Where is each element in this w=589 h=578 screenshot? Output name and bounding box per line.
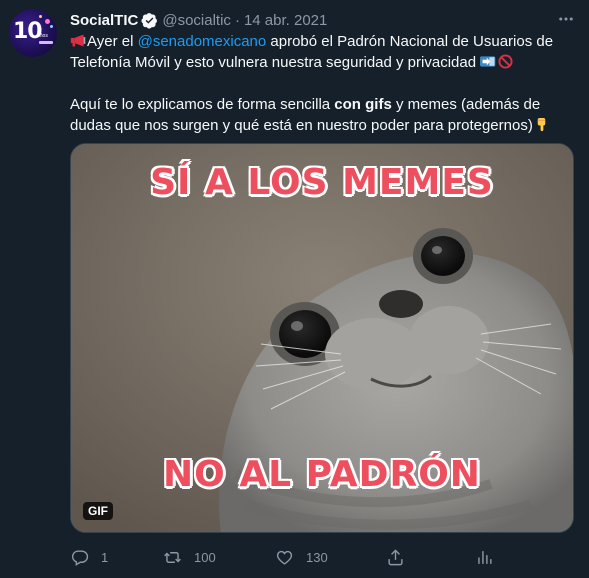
mention-link[interactable]: @senadomexicano [138,33,267,50]
text-bold: con gifs [334,96,392,113]
caption-bottom: NO AL PADRÓN [163,454,481,495]
media-gif[interactable]: SÍ A LOS MEMES NO AL PADRÓN GIF [70,143,574,533]
analytics-icon [478,550,492,564]
tweet-date[interactable]: 14 abr. 2021 [244,12,327,29]
action-bar: 1 100 130 [70,543,510,571]
like-icon [276,550,293,565]
more-icon[interactable] [555,10,577,28]
retweet-button[interactable]: 100 [163,543,216,571]
share-icon [388,548,403,565]
avatar-subtext: años [37,33,48,39]
share-button[interactable] [386,543,417,571]
author-handle[interactable]: @socialtic [162,12,231,29]
text-segment: Aquí te lo explicamos de forma sencilla [70,96,335,113]
header-separator: · [234,11,240,29]
megaphone-icon [70,34,86,47]
retweet-icon [164,551,181,563]
no-entry-icon [498,54,513,69]
analytics-button[interactable] [475,543,506,571]
reply-icon [71,549,89,566]
avatar-sparkle [50,25,53,28]
reply-button[interactable]: 1 [70,543,108,571]
tweet-paragraph: Aquí te lo explicamos de forma sencilla … [70,94,570,136]
tweet-paragraph: Ayer el @senadomexicano aprobó el Padrón… [70,31,570,73]
retweet-count: 100 [194,549,216,565]
like-count: 130 [306,549,328,565]
like-button[interactable]: 130 [275,543,328,571]
gif-badge: GIF [83,502,113,520]
avatar-sparkle [39,15,42,18]
avatar-bar [39,41,53,44]
avatar[interactable]: 10 años [9,9,57,57]
caption-top: SÍ A LOS MEMES [150,162,494,203]
tweet-text: Ayer el @senadomexicano aprobó el Padrón… [70,31,570,136]
verified-badge-icon [141,12,158,29]
avatar-sparkle [45,19,50,24]
arrow-right-icon [480,56,496,67]
text-segment: Ayer el [87,33,138,50]
tweet-header: SocialTIC @socialtic · 14 abr. 2021 [70,10,327,30]
pointing-down-icon [537,117,546,132]
avatar-number: 10 [13,19,43,44]
author-name[interactable]: SocialTIC [70,12,138,29]
reply-count: 1 [101,549,109,565]
